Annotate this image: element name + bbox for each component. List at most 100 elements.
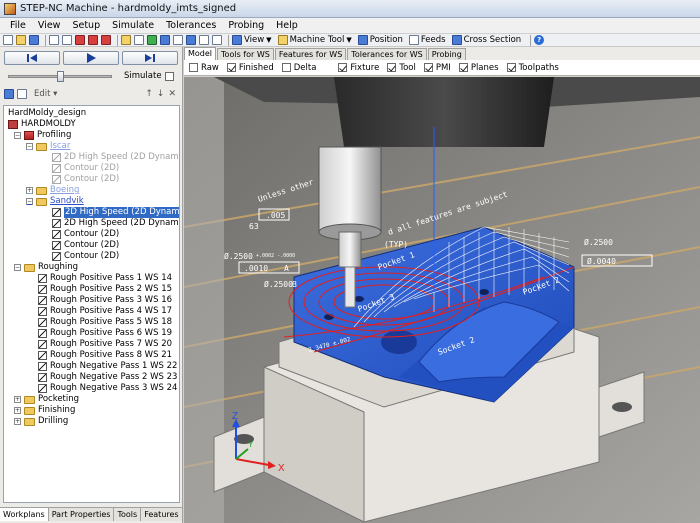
view-dropdown-button[interactable]: View ▼ — [232, 35, 272, 45]
planes-checkbox[interactable] — [458, 63, 468, 72]
feeds-button[interactable]: Feeds — [408, 35, 446, 45]
tab-workplans[interactable]: Workplans — [0, 508, 49, 521]
tree-item-pocketing[interactable]: + Pocketing — [14, 394, 79, 405]
select-icon[interactable] — [121, 35, 131, 45]
tree-item-workingstep[interactable]: Rough Positive Pass 5 WS 18 — [38, 317, 172, 328]
tree-item-profiling[interactable]: − Profiling — [14, 130, 71, 141]
zoom-box-icon[interactable] — [88, 35, 98, 45]
tree-item-operation[interactable]: Contour (2D) — [52, 174, 119, 185]
delete-icon[interactable]: ✕ — [168, 89, 180, 99]
tree-view-icon[interactable] — [17, 89, 27, 99]
pmi-checkbox[interactable] — [423, 63, 433, 72]
pan-icon[interactable] — [134, 35, 144, 45]
filter-planes[interactable]: Planes — [458, 63, 499, 73]
filter-pmi[interactable]: PMI — [423, 63, 451, 73]
tree-item-finishing[interactable]: + Finishing — [14, 405, 75, 416]
speed-slider[interactable] — [8, 70, 112, 82]
reset-view-icon[interactable] — [101, 35, 111, 45]
expand-icon[interactable]: + — [14, 418, 21, 425]
zoom-window-icon[interactable] — [186, 35, 196, 45]
collapse-icon[interactable]: − — [26, 143, 33, 150]
expand-icon[interactable]: + — [26, 187, 33, 194]
tab-tolerances-for-ws[interactable]: Tolerances for WS — [347, 48, 427, 60]
filter-raw[interactable]: Raw — [189, 63, 219, 73]
tab-part-properties[interactable]: Part Properties — [48, 508, 115, 521]
simulate-checkbox[interactable] — [164, 71, 174, 81]
filter-fixture[interactable]: Fixture — [338, 63, 379, 73]
spin-icon[interactable] — [173, 35, 183, 45]
tree-item-workingstep[interactable]: Rough Positive Pass 3 WS 16 — [38, 295, 172, 306]
delta-checkbox[interactable] — [281, 63, 291, 72]
skip-forward-button[interactable] — [122, 51, 178, 65]
measure-icon[interactable] — [199, 35, 209, 45]
toolpaths-checkbox[interactable] — [506, 63, 516, 72]
expand-icon[interactable]: + — [14, 396, 21, 403]
tree-item-workingstep[interactable]: Rough Positive Pass 1 WS 14 — [38, 273, 172, 284]
tree-item-operation[interactable]: Contour (2D) — [52, 240, 119, 251]
zoom-fit-icon[interactable] — [75, 35, 85, 45]
tab-features[interactable]: Features — [141, 508, 183, 521]
tree-item-workingstep[interactable]: Rough Positive Pass 7 WS 20 — [38, 339, 172, 350]
model-viewport[interactable]: Unless other d all features are subject … — [184, 77, 700, 523]
collapse-icon[interactable]: − — [26, 198, 33, 205]
expand-icon[interactable]: + — [14, 407, 21, 414]
workplan-icon[interactable] — [4, 89, 14, 99]
tab-tools-for-ws[interactable]: Tools for WS — [217, 48, 274, 60]
help-icon[interactable]: ? — [534, 35, 545, 45]
tree-item-workingstep[interactable]: Rough Negative Pass 1 WS 22 — [38, 361, 177, 372]
tab-probing[interactable]: Probing — [427, 48, 466, 60]
tree-item-drilling[interactable]: + Drilling — [14, 416, 68, 427]
tree-item-workingstep[interactable]: Rough Positive Pass 4 WS 17 — [38, 306, 172, 317]
rotate-icon[interactable] — [147, 35, 157, 45]
tree-item-operation[interactable]: 2D High Speed (2D Dynamic Core mill — [52, 152, 179, 163]
raw-checkbox[interactable] — [189, 63, 198, 72]
tab-features-for-ws[interactable]: Features for WS — [274, 48, 347, 60]
tree-item-design[interactable]: HardMoldy_design — [8, 108, 86, 119]
save-icon[interactable] — [29, 35, 39, 45]
menu-setup[interactable]: Setup — [66, 20, 106, 31]
filter-tool[interactable]: Tool — [387, 63, 416, 73]
filter-finished[interactable]: Finished — [226, 63, 274, 73]
tree-item-iscar[interactable]: − Iscar — [26, 141, 70, 152]
tree-item-sandvik[interactable]: − Sandvik — [26, 196, 84, 207]
tree-item-operation[interactable]: Contour (2D) — [52, 163, 119, 174]
play-button[interactable] — [63, 51, 119, 65]
tree-item-operation[interactable]: Contour (2D) — [52, 251, 119, 262]
menu-simulate[interactable]: Simulate — [106, 20, 160, 31]
tool-checkbox[interactable] — [387, 63, 397, 72]
tree-item-workingstep[interactable]: Rough Positive Pass 2 WS 15 — [38, 284, 172, 295]
tree-item-operation[interactable]: Contour (2D) — [52, 229, 119, 240]
filter-delta[interactable]: Delta — [281, 63, 316, 73]
move-up-icon[interactable]: ↑ — [145, 89, 157, 99]
tree-item-operation-selected[interactable]: 2D High Speed (2D Dynamic Core mill — [52, 207, 179, 218]
fit-all-icon[interactable] — [160, 35, 170, 45]
machine-tool-dropdown-button[interactable]: Machine Tool ▼ — [277, 35, 352, 45]
tree-item-operation[interactable]: 2D High Speed (2D Dynamic Core mill — [52, 218, 179, 229]
tree-item-roughing[interactable]: − Roughing — [14, 262, 78, 273]
finished-checkbox[interactable] — [226, 63, 236, 72]
tab-tools[interactable]: Tools — [114, 508, 142, 521]
menu-file[interactable]: File — [4, 20, 32, 31]
tree-item-boeing[interactable]: + Boeing — [26, 185, 79, 196]
fixture-checkbox[interactable] — [338, 63, 348, 72]
menu-help[interactable]: Help — [270, 20, 304, 31]
menu-view[interactable]: View — [32, 20, 67, 31]
open-folder-icon[interactable] — [16, 35, 26, 45]
zoom-in-icon[interactable] — [49, 35, 59, 45]
tree-item-hardmoldy[interactable]: HARDMOLDY — [8, 119, 76, 130]
menu-tolerances[interactable]: Tolerances — [160, 20, 222, 31]
collapse-icon[interactable]: − — [14, 264, 21, 271]
filter-toolpaths[interactable]: Toolpaths — [506, 63, 559, 73]
tree-item-workingstep[interactable]: Rough Positive Pass 6 WS 19 — [38, 328, 172, 339]
edit-dropdown-button[interactable]: Edit ▾ — [34, 89, 57, 99]
position-button[interactable]: Position — [357, 35, 403, 45]
new-file-icon[interactable] — [3, 35, 13, 45]
collapse-icon[interactable]: − — [14, 132, 21, 139]
tab-model[interactable]: Model — [184, 47, 217, 60]
cross-section-button[interactable]: Cross Section — [451, 35, 521, 45]
rewind-button[interactable] — [4, 51, 60, 65]
tree-item-workingstep[interactable]: Rough Negative Pass 2 WS 23 — [38, 372, 177, 383]
move-down-icon[interactable]: ↓ — [157, 89, 169, 99]
zoom-out-icon[interactable] — [62, 35, 72, 45]
tree-item-workingstep[interactable]: Rough Positive Pass 8 WS 21 — [38, 350, 172, 361]
